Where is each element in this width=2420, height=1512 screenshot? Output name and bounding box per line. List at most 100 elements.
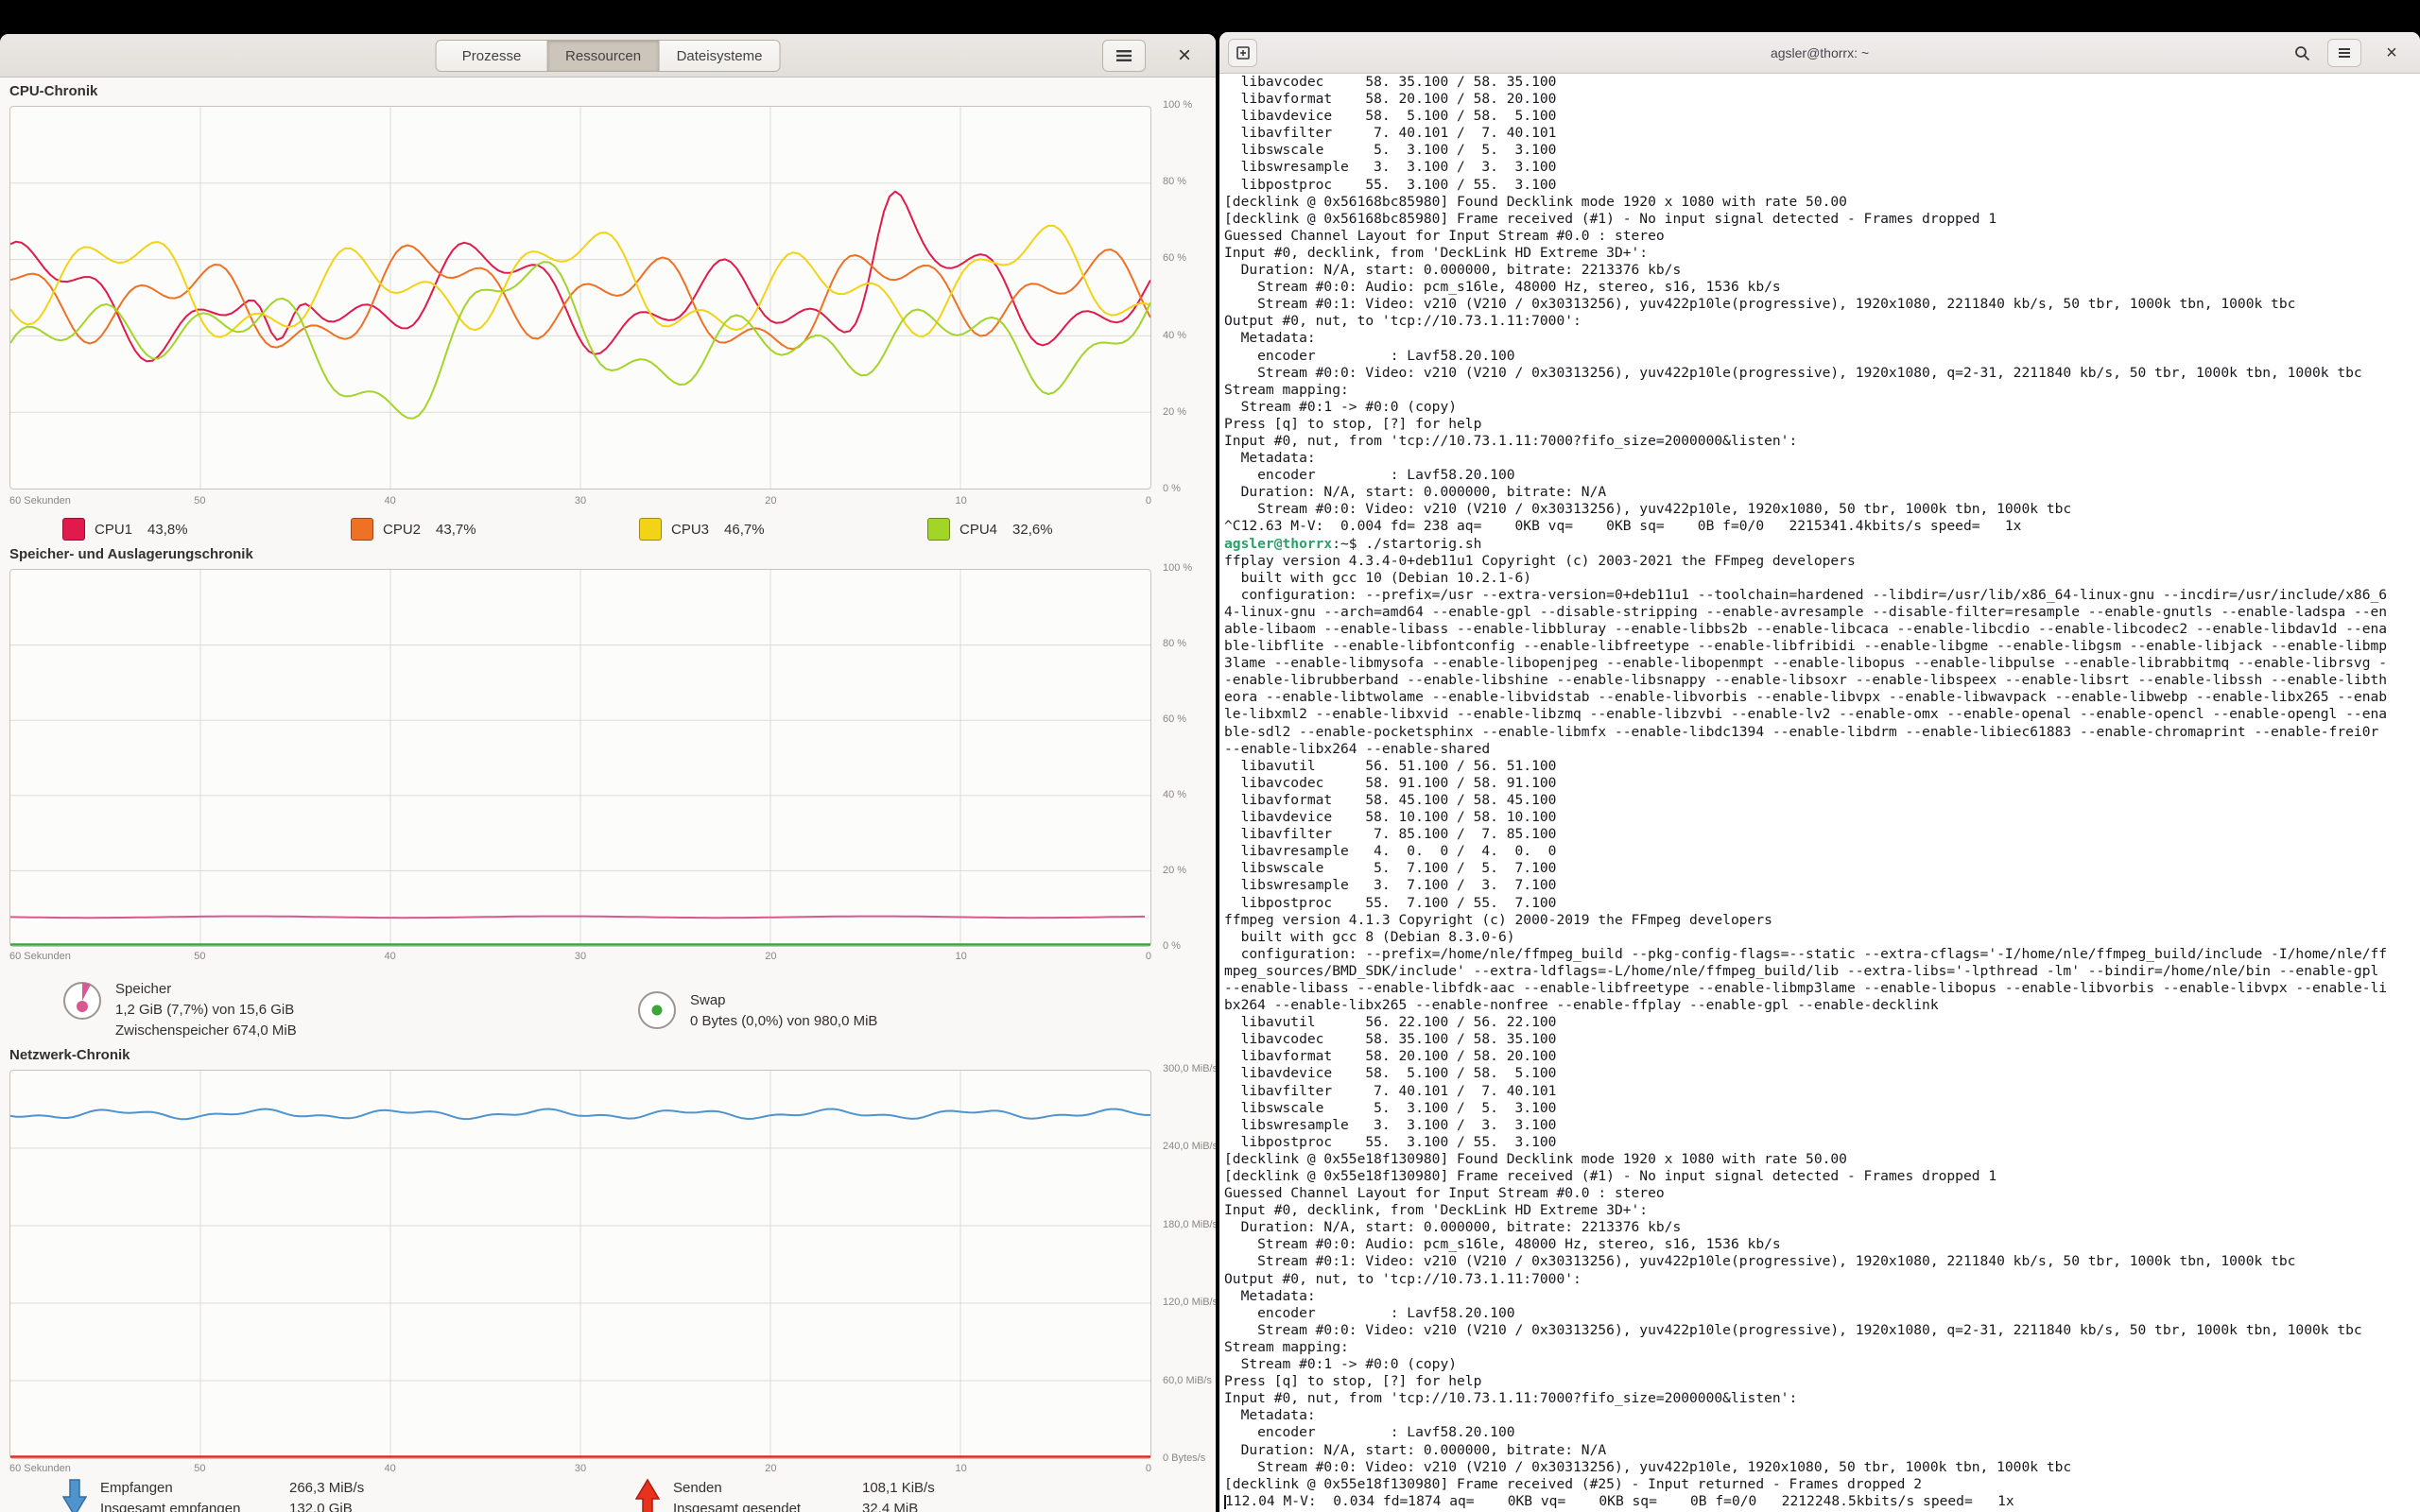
cpu-section-title: CPU-Chronik: [9, 83, 97, 99]
terminal-line: [decklink @ 0x56168bc85980] Frame receiv…: [1224, 211, 2420, 228]
terminal-line: Output #0, nut, to 'tcp://10.73.1.11:700…: [1224, 1271, 2420, 1288]
x-axis-label: 40: [385, 951, 396, 962]
terminal-line: [decklink @ 0x56168bc85980] Found Deckli…: [1224, 194, 2420, 211]
terminal-line: libswresample 3. 7.100 / 3. 7.100: [1224, 877, 2420, 894]
terminal-line: Stream #0:0: Video: v210 (V210 / 0x30313…: [1224, 1322, 2420, 1339]
swap-legend-item: Swap 0 Bytes (0,0%) von 980,0 MiB: [635, 988, 877, 1032]
terminal-line: encoder : Lavf58.20.100: [1224, 348, 2420, 365]
x-axis-label: 0: [1146, 495, 1151, 507]
y-axis-label: 100 %: [1163, 562, 1192, 574]
new-tab-button[interactable]: [1228, 39, 1257, 67]
memory-y-axis: 100 %80 %60 %40 %20 %0 %: [1163, 569, 1216, 947]
terminal-line: [decklink @ 0x55e18f130980] Found Deckli…: [1224, 1151, 2420, 1168]
view-tab-group: Prozesse Ressourcen Dateisysteme: [436, 40, 781, 72]
terminal-line: Input #0, nut, from 'tcp://10.73.1.11:70…: [1224, 1390, 2420, 1407]
terminal-line: bx264 --enable-libx265 --enable-nonfree …: [1224, 997, 2420, 1014]
terminal-content[interactable]: libavcodec 58. 35.100 / 58. 35.100 libav…: [1219, 74, 2420, 1512]
search-button[interactable]: [2288, 39, 2316, 67]
x-axis-label: 30: [575, 495, 586, 507]
terminal-line: Stream #0:1 -> #0:0 (copy): [1224, 399, 2420, 416]
terminal-line: libavfilter 7. 40.101 / 7. 40.101: [1224, 1083, 2420, 1100]
terminal-line: libavresample 4. 0. 0 / 4. 0. 0: [1224, 843, 2420, 860]
terminal-line: Duration: N/A, start: 0.000000, bitrate:…: [1224, 484, 2420, 501]
terminal-line: libavformat 58. 20.100 / 58. 20.100: [1224, 1048, 2420, 1065]
y-axis-label: 40 %: [1163, 789, 1186, 800]
receive-rate: 266,3 MiB/s: [289, 1478, 364, 1499]
terminal-line: ^C12.63 M-V: 0.004 fd= 238 aq= 0KB vq= 0…: [1224, 518, 2420, 535]
close-button[interactable]: ×: [1170, 42, 1199, 70]
terminal-line: libavutil 56. 51.100 / 56. 51.100: [1224, 758, 2420, 775]
terminal-line: Stream #0:1: Video: v210 (V210 / 0x30313…: [1224, 296, 2420, 313]
primary-menu-button[interactable]: [1102, 40, 1146, 72]
terminal-line: able-libaom --enable-libass --enable-lib…: [1224, 621, 2420, 638]
network-chart: [9, 1070, 1151, 1459]
terminal-line: Stream #0:1: Video: v210 (V210 / 0x30313…: [1224, 1253, 2420, 1270]
cpu2-color-swatch: [351, 518, 373, 541]
cpu-legend-item-2: CPU243,7%: [351, 518, 476, 541]
terminal-line: Stream #0:0: Audio: pcm_s16le, 48000 Hz,…: [1224, 1236, 2420, 1253]
terminal-line: Metadata:: [1224, 330, 2420, 347]
terminal-line: configuration: --prefix=/usr --extra-ver…: [1224, 587, 2420, 604]
terminal-line: libpostproc 55. 7.100 / 55. 7.100: [1224, 895, 2420, 912]
terminal-line: 3lame --enable-libmysofa --enable-libope…: [1224, 655, 2420, 672]
terminal-line: ffmpeg version 4.1.3 Copyright (c) 2000-…: [1224, 912, 2420, 929]
terminal-line: Press [q] to stop, [?] for help: [1224, 416, 2420, 433]
terminal-line: 4-linux-gnu --arch=amd64 --enable-gpl --…: [1224, 604, 2420, 621]
x-axis-label: 50: [194, 495, 205, 507]
x-axis-label: 10: [956, 1463, 967, 1474]
terminal-line: --enable-libx264 --enable-shared: [1224, 741, 2420, 758]
terminal-line: Stream #0:0: Video: v210 (V210 / 0x30313…: [1224, 1459, 2420, 1476]
terminal-line: [decklink @ 0x55e18f130980] Frame receiv…: [1224, 1476, 2420, 1493]
network-send-legend: Senden 108,1 KiB/s Insgesamt gesendet 32…: [635, 1478, 935, 1512]
terminal-line: Stream mapping:: [1224, 1339, 2420, 1356]
cpu-value: 32,6%: [1012, 522, 1053, 538]
terminal-menu-button[interactable]: [2327, 39, 2361, 67]
receive-label: Empfangen: [100, 1478, 280, 1499]
cpu1-color-swatch: [62, 518, 85, 541]
download-arrow-icon: [62, 1478, 87, 1512]
memory-cache-value: Zwischenspeicher 674,0 MiB: [115, 1021, 297, 1041]
cpu-name: CPU3: [671, 522, 709, 538]
receive-total-label: Insgesamt empfangen: [100, 1499, 280, 1512]
tab-ressourcen[interactable]: Ressourcen: [548, 41, 660, 71]
desktop: Prozesse Ressourcen Dateisysteme × CPU-C…: [0, 0, 2420, 1512]
cpu-name: CPU1: [95, 522, 132, 538]
new-tab-icon: [1236, 45, 1251, 60]
terminal-titlebar[interactable]: agsler@thorrx: ~: [1219, 32, 2420, 74]
y-axis-label: 0 Bytes/s: [1163, 1452, 1205, 1464]
x-axis-label: 60 Sekunden: [9, 951, 71, 962]
terminal-line: mpeg_sources/BMD_SDK/include' --extra-ld…: [1224, 963, 2420, 980]
x-axis-label: 50: [194, 1463, 205, 1474]
cpu4-color-swatch: [927, 518, 950, 541]
terminal-line: libavfilter 7. 85.100 / 7. 85.100: [1224, 826, 2420, 843]
cpu-y-axis: 100 %80 %60 %40 %20 %0 %: [1163, 106, 1216, 490]
system-monitor-titlebar[interactable]: Prozesse Ressourcen Dateisysteme ×: [0, 34, 1216, 77]
network-y-axis: 300,0 MiB/s240,0 MiB/s180,0 MiB/s120,0 M…: [1163, 1070, 1216, 1459]
x-axis-label: 0: [1146, 951, 1151, 962]
cpu-value: 46,7%: [724, 522, 765, 538]
y-axis-label: 60 %: [1163, 252, 1186, 264]
y-axis-label: 20 %: [1163, 406, 1186, 418]
x-axis-label: 50: [194, 951, 205, 962]
cpu-name: CPU4: [959, 522, 997, 538]
terminal-line: libswscale 5. 3.100 / 5. 3.100: [1224, 142, 2420, 159]
memory-chart: [9, 569, 1151, 947]
terminal-line: Metadata:: [1224, 450, 2420, 467]
tab-prozesse[interactable]: Prozesse: [437, 41, 548, 71]
terminal-line: Input #0, nut, from 'tcp://10.73.1.11:70…: [1224, 433, 2420, 450]
memory-usage-value: 1,2 GiB (7,7%) von 15,6 GiB: [115, 1000, 297, 1021]
terminal-line: Input #0, decklink, from 'DeckLink HD Ex…: [1224, 1202, 2420, 1219]
cpu3-color-swatch: [639, 518, 662, 541]
y-axis-label: 60,0 MiB/s: [1163, 1375, 1212, 1386]
cpu-x-axis: 60 Sekunden50403020100: [9, 495, 1151, 508]
terminal-line: eora --enable-libtwolame --enable-libvid…: [1224, 689, 2420, 706]
terminal-line: libavutil 56. 22.100 / 56. 22.100: [1224, 1014, 2420, 1031]
terminal-line: Stream mapping:: [1224, 382, 2420, 399]
tab-dateisysteme[interactable]: Dateisysteme: [660, 41, 780, 71]
terminal-close-button[interactable]: ×: [2378, 40, 2405, 66]
y-axis-label: 180,0 MiB/s: [1163, 1219, 1216, 1230]
terminal-line: ble-sdl2 --enable-pocketsphinx --enable-…: [1224, 724, 2420, 741]
terminal-line: agsler@thorrx:~$ ./startorig.sh: [1224, 536, 2420, 553]
swap-usage-value: 0 Bytes (0,0%) von 980,0 MiB: [690, 1011, 877, 1032]
send-total: 32,4 MiB: [862, 1499, 935, 1512]
